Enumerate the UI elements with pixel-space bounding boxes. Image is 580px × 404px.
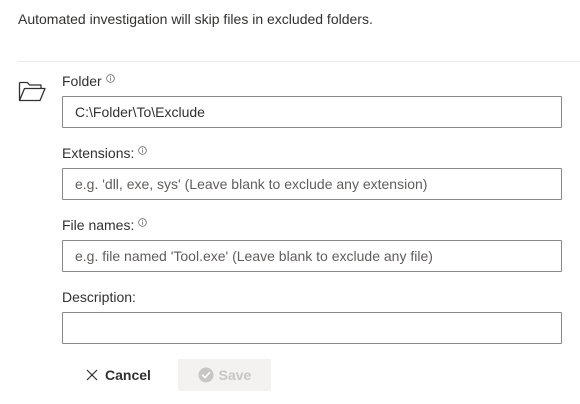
file-names-label-text: File names: <box>62 217 135 233</box>
intro-text: Automated investigation will skip files … <box>18 11 373 27</box>
save-button[interactable]: Save <box>178 359 271 391</box>
file-names-input[interactable] <box>62 240 562 272</box>
folder-open-icon <box>18 81 46 102</box>
file-names-label: File names: <box>62 217 148 233</box>
cancel-label: Cancel <box>105 367 151 383</box>
folder-label-text: Folder <box>62 73 102 89</box>
extensions-input[interactable] <box>62 168 562 200</box>
close-icon <box>86 369 98 381</box>
extensions-label: Extensions: <box>62 145 148 161</box>
exclusion-form-panel: Automated investigation will skip files … <box>0 0 580 404</box>
cancel-button[interactable]: Cancel <box>78 359 159 391</box>
info-icon[interactable] <box>138 146 148 155</box>
extensions-label-text: Extensions: <box>62 145 135 161</box>
folder-input[interactable] <box>62 96 562 128</box>
description-label: Description: <box>62 289 136 305</box>
info-icon[interactable] <box>138 218 148 227</box>
divider <box>18 61 580 62</box>
description-label-text: Description: <box>62 289 136 305</box>
description-input[interactable] <box>62 312 562 344</box>
save-label: Save <box>218 367 252 383</box>
checkmark-circle-icon <box>198 367 214 383</box>
info-icon[interactable] <box>105 74 115 83</box>
folder-label: Folder <box>62 73 115 89</box>
